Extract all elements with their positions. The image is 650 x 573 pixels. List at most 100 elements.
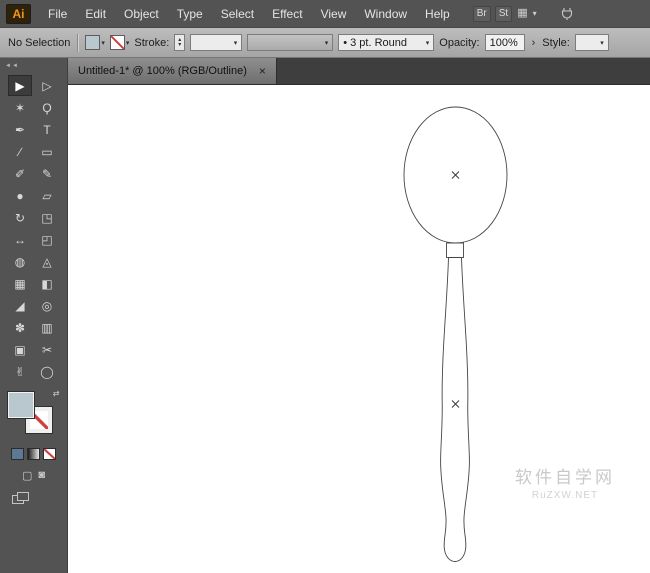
paintbrush-tool[interactable]: ✐ [8, 163, 32, 184]
symbol-sprayer-tool[interactable]: ✽ [8, 317, 32, 338]
tools-panel-collapse[interactable]: ◄◄ [0, 58, 67, 74]
zoom-tool[interactable]: ◯ [35, 361, 59, 382]
handle-center-mark [452, 401, 459, 408]
shape-builder-tool-icon: ◍ [15, 255, 25, 269]
document-tab-bar: Untitled-1* @ 100% (RGB/Outline) × [68, 58, 650, 85]
rotate-tool[interactable]: ↻ [8, 207, 32, 228]
stroke-none-swatch[interactable] [110, 35, 125, 50]
menu-help[interactable]: Help [416, 0, 459, 28]
menu-view[interactable]: View [312, 0, 356, 28]
column-graph-tool[interactable]: ▥ [35, 317, 59, 338]
screen-mode-icon [17, 492, 29, 501]
eraser-tool[interactable]: ▱ [35, 185, 59, 206]
width-tool[interactable]: ↔ [8, 229, 32, 250]
direct-selection-tool-icon: ▷ [42, 79, 51, 93]
style-combo[interactable]: ▾ [575, 34, 609, 51]
pencil-tool-icon: ✎ [42, 167, 52, 181]
opacity-panel-chevron[interactable]: › [530, 37, 538, 49]
line-segment-tool-icon: ∕ [19, 145, 21, 159]
br-button[interactable]: Br [473, 6, 491, 22]
artboard-tool[interactable]: ▣ [8, 339, 32, 360]
column-graph-tool-icon: ▥ [41, 321, 52, 335]
perspective-grid-tool[interactable]: ◬ [35, 251, 59, 272]
chevron-down-icon: ▾ [426, 39, 430, 47]
spoon-drawing[interactable] [68, 85, 649, 573]
color-type-buttons [11, 448, 56, 460]
blend-tool[interactable]: ◎ [35, 295, 59, 316]
stroke-weight-combo[interactable]: ▾ [190, 34, 242, 51]
eyedropper-tool-icon: ◢ [15, 299, 24, 313]
menu-select[interactable]: Select [212, 0, 263, 28]
direct-selection-tool[interactable]: ▷ [35, 75, 59, 96]
brush-definition-combo[interactable]: • 3 pt. Round ▾ [338, 34, 434, 51]
tools-grid: ▶ ▷ ✶Ϙ ✒ T ∕ ▭ ✐ ✎ ●▱↻ ◳ ↔◰ ◍ ◬▦ ◧ ◢ ◎ ✽ ▥ ▣ ✂ ✌ ◯ [8, 75, 59, 382]
free-transform-tool[interactable]: ◰ [35, 229, 59, 250]
blob-brush-tool[interactable]: ● [8, 185, 32, 206]
color-button[interactable] [11, 448, 24, 460]
opacity-label: Opacity: [439, 37, 479, 49]
menu-type[interactable]: Type [168, 0, 212, 28]
stroke-weight-stepper[interactable]: ▴ ▾ [174, 34, 185, 51]
paintbrush-tool-icon: ✐ [15, 167, 25, 181]
opacity-input[interactable]: 100% [485, 34, 525, 51]
rectangle-tool[interactable]: ▭ [35, 141, 59, 162]
opacity-value: 100% [490, 37, 518, 49]
mesh-tool[interactable]: ▦ [8, 273, 32, 294]
stroke-color-dropdown[interactable]: ▾ [110, 35, 130, 50]
draw-inside-button[interactable]: ◙ [38, 469, 45, 482]
fill-color-dropdown[interactable]: ▾ [85, 35, 105, 50]
magic-wand-tool[interactable]: ✶ [8, 97, 32, 118]
slice-tool[interactable]: ✂ [35, 339, 59, 360]
menu-window[interactable]: Window [355, 0, 416, 28]
type-tool-icon: T [43, 123, 50, 137]
spoon-handle-path[interactable] [441, 258, 470, 562]
pen-tool[interactable]: ✒ [8, 119, 32, 140]
selection-status: No Selection [8, 37, 70, 49]
draw-normal-button[interactable]: ▢ [22, 469, 32, 482]
chevron-down-icon: ▾ [101, 39, 105, 47]
fill-swatch-large[interactable] [8, 392, 34, 418]
selection-tool-icon: ▶ [15, 79, 24, 93]
line-segment-tool[interactable]: ∕ [8, 141, 32, 162]
menu-object[interactable]: Object [115, 0, 168, 28]
swap-fill-stroke-icon[interactable]: ⇄ [53, 390, 60, 398]
canvas[interactable]: 软件自学网 RuZXW.NET [68, 85, 650, 573]
gradient-tool-icon: ◧ [41, 277, 52, 291]
document-tab[interactable]: Untitled-1* @ 100% (RGB/Outline) × [68, 58, 277, 84]
workspace-chevron-icon[interactable]: ▾ [533, 9, 537, 18]
appbar-right: BrSt ▦ ▾ [473, 6, 575, 22]
gradient-button[interactable] [27, 448, 40, 460]
blend-tool-icon: ◎ [42, 299, 52, 313]
fill-color-swatch[interactable] [85, 35, 100, 50]
hand-tool-icon: ✌ [15, 365, 25, 379]
st-button[interactable]: St [495, 6, 512, 22]
arrange-documents-icon[interactable]: ▦ [517, 8, 527, 19]
menu-effect[interactable]: Effect [263, 0, 311, 28]
spoon-neck-path[interactable] [447, 243, 464, 258]
tools-panel: ◄◄ ▶ ▷ ✶Ϙ ✒ T ∕ ▭ ✐ ✎ ●▱↻ ◳ ↔◰ ◍ ◬▦ ◧ ◢ ◎ ✽ ▥ ▣ ✂ ✌ ◯ ⇄ ▢ ◙ [0, 58, 68, 573]
brush-definition-value: 3 pt. Round [350, 37, 407, 49]
selection-tool[interactable]: ▶ [8, 75, 32, 96]
chevron-down-icon: ▾ [600, 39, 604, 47]
width-profile-combo: ▾ [247, 34, 333, 51]
lasso-tool[interactable]: Ϙ [35, 97, 59, 118]
menu-edit[interactable]: Edit [76, 0, 115, 28]
eyedropper-tool[interactable]: ◢ [8, 295, 32, 316]
pen-tool-icon: ✒ [15, 123, 25, 137]
gradient-tool[interactable]: ◧ [35, 273, 59, 294]
none-button[interactable] [43, 448, 56, 460]
scale-tool[interactable]: ◳ [35, 207, 59, 228]
hand-tool[interactable]: ✌ [8, 361, 32, 382]
shape-builder-tool[interactable]: ◍ [8, 251, 32, 272]
close-icon[interactable]: × [259, 65, 266, 77]
control-bar: No Selection ▾ ▾ Stroke: ▴ ▾ ▾ ▾ • 3 pt.… [0, 28, 650, 58]
screen-mode-button[interactable] [12, 492, 30, 506]
pencil-tool[interactable]: ✎ [35, 163, 59, 184]
menu-file[interactable]: File [39, 0, 76, 28]
stepper-down-icon[interactable]: ▾ [178, 43, 181, 48]
brush-bullet-icon: • [343, 37, 347, 49]
scale-tool-icon: ◳ [41, 211, 52, 225]
type-tool[interactable]: T [35, 119, 59, 140]
slice-tool-icon: ✂ [42, 343, 52, 357]
bowl-center-mark [452, 172, 459, 179]
